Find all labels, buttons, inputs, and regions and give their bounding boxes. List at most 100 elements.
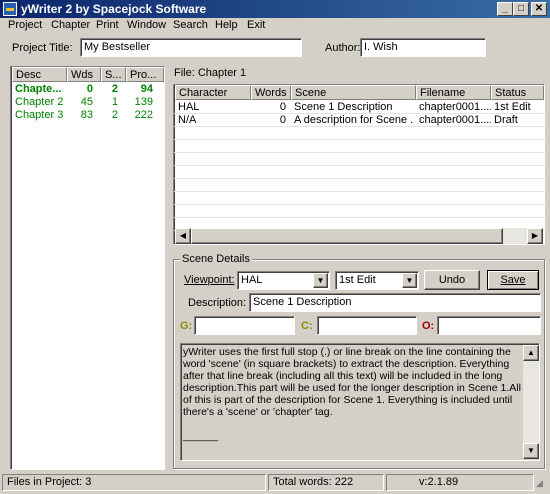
description-label: Description: <box>188 297 247 309</box>
g-input[interactable] <box>194 316 295 335</box>
chapter-scenes: 2 <box>111 83 118 95</box>
scroll-left-icon[interactable]: ◀ <box>175 228 191 244</box>
minimize-button[interactable]: _ <box>497 2 513 16</box>
chapter-desc: Chapter 3 <box>15 109 64 121</box>
status-files: Files in Project: 3 <box>2 474 266 491</box>
menu-window[interactable]: Window <box>127 19 166 31</box>
menu-exit[interactable]: Exit <box>247 19 265 31</box>
chapter-scenes: 2 <box>111 109 118 121</box>
chapter-scenes: 1 <box>111 96 118 108</box>
chevron-down-icon[interactable]: ▼ <box>313 273 328 288</box>
scene-body-textarea[interactable]: yWriter uses the first full stop (.) or … <box>180 343 540 461</box>
scene-row-empty <box>174 153 546 166</box>
scroll-down-icon[interactable]: ▼ <box>523 443 539 459</box>
scene-status: 1st Edit <box>494 101 531 113</box>
chapter-col-desc[interactable]: Desc <box>12 67 67 82</box>
status-value: 1st Edit <box>339 274 376 286</box>
title-bar: yWriter 2 by Spacejock Software _ □ ✕ <box>0 0 550 18</box>
menu-help[interactable]: Help <box>215 19 238 31</box>
author-input[interactable]: I. Wish <box>360 38 486 57</box>
app-icon <box>3 2 17 16</box>
scene-row-empty <box>174 166 546 179</box>
chapter-row[interactable]: Chapter 3 83 2 222 <box>11 109 164 122</box>
chapter-words: 0 <box>86 83 93 95</box>
window-title: yWriter 2 by Spacejock Software <box>21 2 207 16</box>
project-title-label: Project Title: <box>12 42 73 54</box>
o-label: O: <box>422 320 435 332</box>
menu-project[interactable]: Project <box>8 19 42 31</box>
scene-character: N/A <box>178 114 197 126</box>
viewpoint-value: HAL <box>241 274 263 286</box>
scene-body-tail: ______ <box>183 430 219 442</box>
scroll-thumb[interactable] <box>191 228 503 244</box>
chapter-desc: Chapter 2 <box>15 96 64 108</box>
status-version: v:2.1.89 <box>386 474 534 491</box>
resize-grip-icon[interactable]: ◢ <box>536 478 548 490</box>
scene-row-empty <box>174 179 546 192</box>
scene-row-empty <box>174 192 546 205</box>
scene-col-status[interactable]: Status <box>491 85 544 100</box>
scene-details-label: Scene Details <box>180 253 252 265</box>
project-title-value: My Bestseller <box>84 41 151 53</box>
scene-words: 0 <box>279 114 286 126</box>
chapter-words: 45 <box>80 96 93 108</box>
status-select[interactable]: 1st Edit ▼ <box>335 271 419 290</box>
scene-status: Draft <box>494 114 518 126</box>
menu-print[interactable]: Print <box>96 19 119 31</box>
scene-col-words[interactable]: Words <box>251 85 291 100</box>
save-button[interactable]: Save <box>487 270 539 290</box>
scene-row-empty <box>174 140 546 153</box>
chevron-down-icon[interactable]: ▼ <box>402 273 417 288</box>
scene-row-empty <box>174 127 546 140</box>
viewpoint-select[interactable]: HAL ▼ <box>237 271 330 290</box>
scroll-up-icon[interactable]: ▲ <box>523 345 539 361</box>
undo-button[interactable]: Undo <box>424 270 480 290</box>
author-label: Author: <box>325 42 361 54</box>
chapter-col-words[interactable]: Wds <box>67 67 101 82</box>
chapter-progress: 139 <box>134 96 153 108</box>
scene-col-character[interactable]: Character <box>175 85 251 100</box>
chapter-col-progress[interactable]: Pro... <box>126 67 164 82</box>
undo-label: Undo <box>438 274 466 286</box>
scene-row[interactable]: N/A 0 A description for Scene ... chapte… <box>174 114 546 127</box>
scene-description: A description for Scene ... <box>294 114 414 126</box>
c-label: C: <box>301 320 313 332</box>
viewpoint-label: Viewpoint: <box>184 274 235 286</box>
scene-list[interactable]: Character Words Scene Filename Status HA… <box>173 84 546 245</box>
chapter-desc: Chapte... <box>15 83 62 95</box>
file-label: File: Chapter 1 <box>174 67 247 79</box>
status-files-text: Files in Project: 3 <box>7 476 92 488</box>
description-value: Scene 1 Description <box>253 296 352 308</box>
scene-character: HAL <box>178 101 200 113</box>
scene-filename: chapter0001.... <box>419 101 491 113</box>
scene-filename: chapter0001.... <box>419 114 491 126</box>
maximize-button[interactable]: □ <box>513 2 529 16</box>
chapter-row[interactable]: Chapte... 0 2 94 <box>11 83 164 96</box>
menu-chapter[interactable]: Chapter <box>51 19 90 31</box>
c-input[interactable] <box>317 316 417 335</box>
scene-words: 0 <box>279 101 286 113</box>
menu-search[interactable]: Search <box>173 19 208 31</box>
close-button[interactable]: ✕ <box>531 2 547 16</box>
body-vscrollbar[interactable]: ▲ ▼ <box>523 345 539 459</box>
scene-description: Scene 1 Description <box>294 101 393 113</box>
author-value: I. Wish <box>364 41 398 53</box>
save-label: Save <box>500 274 526 286</box>
scene-row-empty <box>174 205 546 218</box>
chapter-list[interactable]: Desc Wds S... Pro... Chapte... 0 2 94 Ch… <box>10 66 165 470</box>
g-label: G: <box>180 320 193 332</box>
scene-row[interactable]: HAL 0 Scene 1 Description chapter0001...… <box>174 101 546 114</box>
status-version-text: v:2.1.89 <box>419 476 459 488</box>
chapter-row[interactable]: Chapter 2 45 1 139 <box>11 96 164 109</box>
description-input[interactable]: Scene 1 Description <box>249 293 541 312</box>
scene-col-scene[interactable]: Scene <box>291 85 416 100</box>
chapter-words: 83 <box>80 109 93 121</box>
chapter-col-scenes[interactable]: S... <box>101 67 126 82</box>
menu-bar: Project Chapter Print Window Search Help… <box>0 18 550 34</box>
status-words-text: Total words: 222 <box>273 476 354 488</box>
project-title-input[interactable]: My Bestseller <box>80 38 302 57</box>
o-input[interactable] <box>437 316 541 335</box>
scroll-right-icon[interactable]: ▶ <box>527 228 543 244</box>
scene-hscrollbar[interactable]: ◀ ▶ <box>175 228 543 244</box>
scene-col-filename[interactable]: Filename <box>416 85 491 100</box>
